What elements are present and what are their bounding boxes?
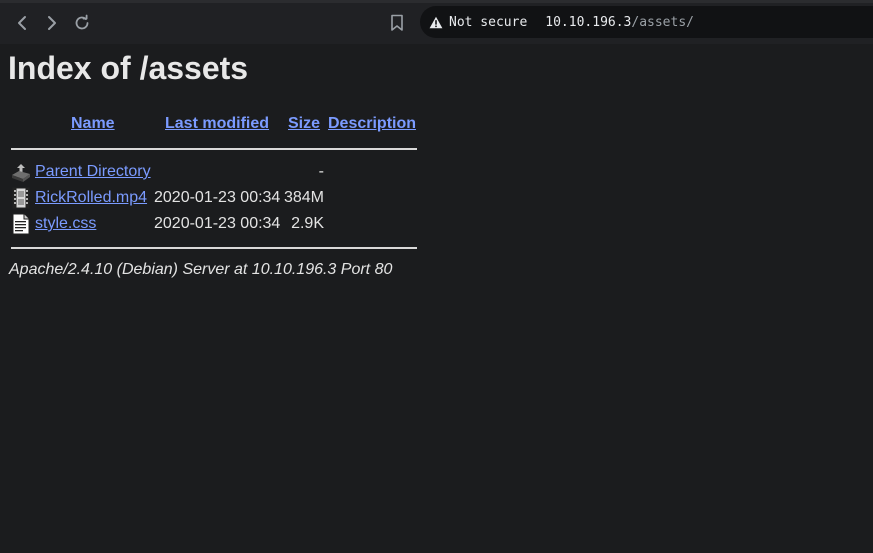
reload-icon (75, 14, 89, 30)
file-link-rickrolled-mp4[interactable]: RickRolled.mp4 (35, 189, 147, 207)
bookmark-button[interactable] (385, 11, 409, 35)
window-top-edge (0, 0, 873, 3)
footer-divider (11, 247, 417, 249)
sort-by-name-link[interactable]: Name (71, 115, 115, 133)
page-title: Index of /assets (8, 50, 249, 86)
parent-directory-icon (12, 164, 30, 182)
forward-arrow-icon (48, 16, 56, 30)
file-size: 384M (283, 189, 324, 206)
file-link-style-css[interactable]: style.css (35, 215, 96, 233)
back-button[interactable] (10, 11, 34, 35)
url-host: 10.10.196.3 (545, 14, 632, 30)
url-path: /assets/ (631, 14, 694, 30)
file-modified: 2020-01-23 00:34 (154, 215, 281, 232)
table-row: Parent Directory - (0, 160, 420, 184)
file-size: - (318, 163, 324, 180)
reload-button[interactable] (70, 11, 94, 35)
back-arrow-icon (18, 16, 26, 30)
directory-listing-page: Index of /assets Name Last modified Size… (0, 44, 873, 553)
address-bar[interactable]: Not secure 10.10.196.3/assets/ (420, 6, 873, 38)
file-size: 2.9K (291, 215, 324, 232)
bookmark-icon (391, 14, 403, 31)
server-signature: Apache/2.4.10 (Debian) Server at 10.10.1… (9, 261, 393, 278)
text-file-icon (12, 213, 30, 235)
table-row: RickRolled.mp4 2020-01-23 00:34 384M (0, 186, 420, 210)
file-modified: 2020-01-23 00:34 (154, 189, 281, 206)
file-link-parent-directory[interactable]: Parent Directory (35, 163, 151, 181)
movie-file-icon (12, 187, 30, 209)
header-divider (11, 148, 417, 150)
table-row: style.css 2020-01-23 00:34 2.9K (0, 212, 420, 236)
sort-by-size-link[interactable]: Size (288, 115, 320, 133)
browser-toolbar: Not secure 10.10.196.3/assets/ (0, 0, 873, 44)
sort-by-description-link[interactable]: Description (328, 115, 416, 133)
sort-by-last-modified-link[interactable]: Last modified (165, 115, 269, 133)
security-status[interactable]: Not secure (449, 15, 527, 30)
forward-button[interactable] (40, 11, 64, 35)
warning-triangle-icon (429, 16, 443, 28)
